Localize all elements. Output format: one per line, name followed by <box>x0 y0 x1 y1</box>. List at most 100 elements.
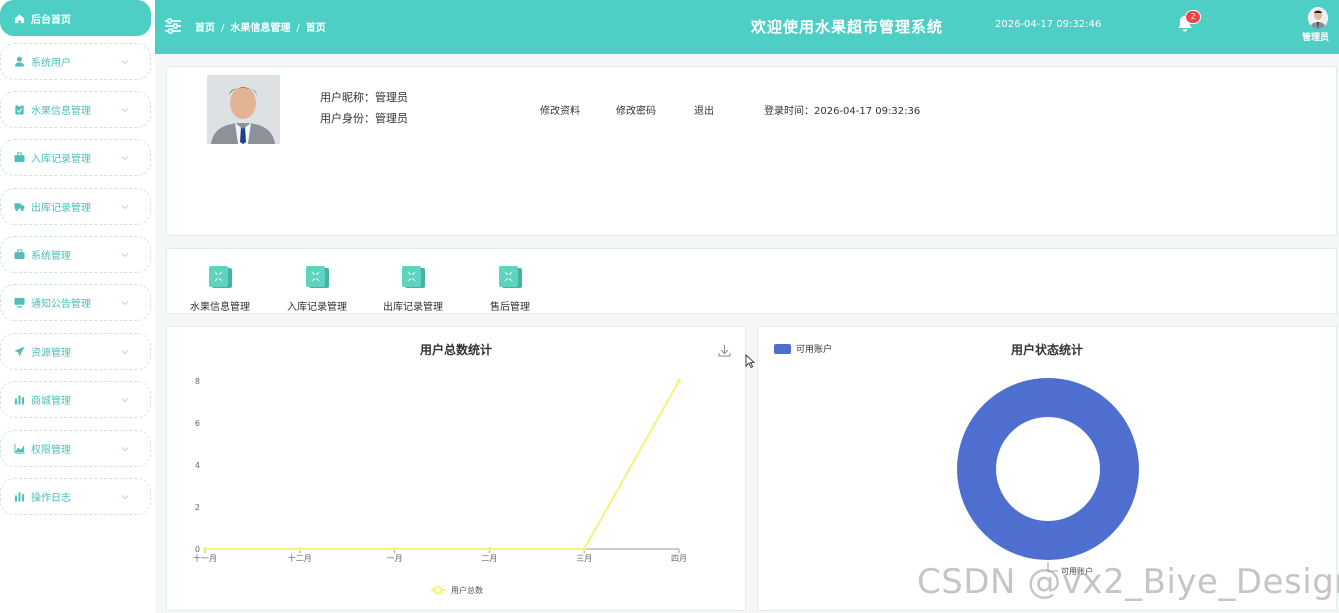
role-row: 用户身份：管理员 <box>320 110 408 126</box>
sidebar-item-6[interactable]: 通知公告管理 <box>0 284 151 321</box>
login-time: 登录时间：2026-04-17 09:32:36 <box>764 102 920 117</box>
y-tick-label: 4 <box>195 461 200 470</box>
quick-link-label: 水果信息管理 <box>190 302 250 313</box>
y-tick-label: 2 <box>195 503 200 512</box>
sidebar-item-label: 权限管理 <box>31 445 71 456</box>
quick-link-2[interactable]: 出库记录管理 <box>373 265 453 313</box>
notification-badge: 2 <box>1185 10 1201 24</box>
x-tick-label: 十二月 <box>288 553 312 563</box>
sidebar-item-2[interactable]: 水果信息管理 <box>0 91 151 128</box>
change-password-link[interactable]: 修改密码 <box>616 102 656 117</box>
data-point[interactable] <box>677 379 681 383</box>
profile-photo <box>207 75 280 144</box>
quick-link-label: 出库记录管理 <box>383 302 443 313</box>
x-tick-label: 二月 <box>481 554 497 563</box>
briefcase-icon <box>13 249 25 261</box>
send-icon <box>13 346 25 358</box>
sidebar: 后台首页系统用户水果信息管理 入库记录管理 出库记录管理 系统管理通知公告管理 资源管理… <box>0 0 155 613</box>
sidebar-item-label: 系统用户 <box>31 58 71 69</box>
sidebar-item-label: 出库记录管理 <box>31 203 91 214</box>
x-tick-label: 十一月 <box>193 553 217 563</box>
line-chart-svg: 0 2 4 6 8 十一月 十二月 一月 二月 三月 四月用户总数 <box>193 377 687 595</box>
module-icon <box>306 266 329 288</box>
current-datetime: 2026-04-17 09:32:46 <box>995 19 1102 30</box>
sidebar-item-7[interactable]: 资源管理 <box>0 333 151 370</box>
chevron-down-icon <box>121 107 129 112</box>
y-tick-label: 0 <box>195 545 200 554</box>
chevron-down-icon <box>121 252 129 257</box>
mouse-cursor-icon <box>745 354 755 369</box>
y-tick-label: 6 <box>195 419 200 428</box>
module-icon <box>499 266 522 288</box>
bar-chart-icon <box>13 491 25 503</box>
top-bar: 首页 / 水果信息管理 / 首页 欢迎使用水果超市管理系统 2026-04-17 09:… <box>155 0 1339 54</box>
data-point[interactable] <box>392 547 397 551</box>
y-tick-label: 8 <box>195 377 200 386</box>
truck-icon <box>13 201 25 213</box>
legend-label[interactable]: 用户总数 <box>451 585 483 595</box>
quick-link-label: 售后管理 <box>490 302 530 313</box>
data-point[interactable] <box>297 547 302 551</box>
nickname-row: 用户昵称：管理员 <box>320 89 408 105</box>
sidebar-item-0[interactable]: 后台首页 <box>0 0 151 36</box>
logout-link[interactable]: 退出 <box>694 102 714 117</box>
donut-slice[interactable] <box>957 378 1139 560</box>
data-point[interactable] <box>582 547 587 551</box>
role-value: 管理员 <box>375 112 408 125</box>
x-tick-label: 一月 <box>387 554 403 563</box>
login-time-label: 登录时间： <box>764 106 814 117</box>
home-icon <box>13 12 25 24</box>
quick-link-1[interactable]: 入库记录管理 <box>277 265 357 313</box>
sidebar-item-9[interactable]: 权限管理 <box>0 430 151 467</box>
chevron-down-icon <box>121 397 129 402</box>
sidebar-item-label: 操作日志 <box>31 493 71 504</box>
chevron-down-icon <box>121 59 129 64</box>
sidebar-item-label: 系统管理 <box>31 251 71 262</box>
sidebar-item-8[interactable]: 商城管理 <box>0 381 151 418</box>
watermark: CSDN @vx2_Biye_Design <box>917 562 1339 602</box>
user-total-chart: 用户总数统计 0 2 4 6 8 十一月 十二月 一月 二月 三月 四月 用户总数 <box>166 326 746 611</box>
login-time-value: 2026-04-17 09:32:36 <box>814 106 921 117</box>
data-point[interactable] <box>203 547 207 551</box>
bar-chart-icon <box>13 394 25 406</box>
sidebar-item-3[interactable]: 入库记录管理 <box>0 139 151 176</box>
sidebar-item-label: 入库记录管理 <box>31 154 91 165</box>
sidebar-item-label: 商城管理 <box>31 396 71 407</box>
profile-card: 用户昵称：管理员 用户身份：管理员 修改资料 修改密码 退出 登录时间：2026… <box>166 66 1337 236</box>
sidebar-item-label: 水果信息管理 <box>31 106 91 117</box>
nickname-value: 管理员 <box>375 91 408 104</box>
quick-link-label: 入库记录管理 <box>287 302 347 313</box>
data-point[interactable] <box>487 547 492 551</box>
nickname-label: 用户昵称： <box>320 91 375 104</box>
chevron-down-icon <box>121 300 129 305</box>
monitor-icon <box>13 297 25 309</box>
briefcase-icon <box>13 152 25 164</box>
quick-link-3[interactable]: 售后管理 <box>470 265 550 313</box>
sidebar-item-10[interactable]: 操作日志 <box>0 478 151 515</box>
sidebar-item-label: 后台首页 <box>31 14 71 26</box>
sidebar-item-1[interactable]: 系统用户 <box>0 43 151 80</box>
module-icon <box>402 266 425 288</box>
page-title: 欢迎使用水果超市管理系统 <box>750 18 943 36</box>
username-label[interactable]: 管理员 <box>1302 30 1329 43</box>
user-icon <box>13 56 25 68</box>
series-line <box>205 380 680 550</box>
module-icon <box>209 266 232 288</box>
edit-profile-link[interactable]: 修改资料 <box>540 102 580 117</box>
chevron-down-icon <box>121 155 129 160</box>
chevron-down-icon <box>121 446 129 451</box>
sidebar-item-label: 资源管理 <box>31 348 71 359</box>
quick-link-0[interactable]: 水果信息管理 <box>180 265 260 313</box>
role-label: 用户身份： <box>320 112 375 125</box>
sidebar-item-label: 通知公告管理 <box>31 299 91 310</box>
avatar[interactable] <box>1308 7 1328 29</box>
sidebar-item-4[interactable]: 出库记录管理 <box>0 188 151 225</box>
chevron-down-icon <box>121 204 129 209</box>
sidebar-item-5[interactable]: 系统管理 <box>0 236 151 273</box>
chevron-down-icon <box>121 349 129 354</box>
area-chart-icon <box>13 443 25 455</box>
x-tick-label: 三月 <box>576 554 592 563</box>
quick-links-card: 水果信息管理 入库记录管理 出库记录管理 售后管理 <box>166 248 1337 314</box>
clipboard-icon <box>13 104 25 116</box>
chevron-down-icon <box>121 494 129 499</box>
